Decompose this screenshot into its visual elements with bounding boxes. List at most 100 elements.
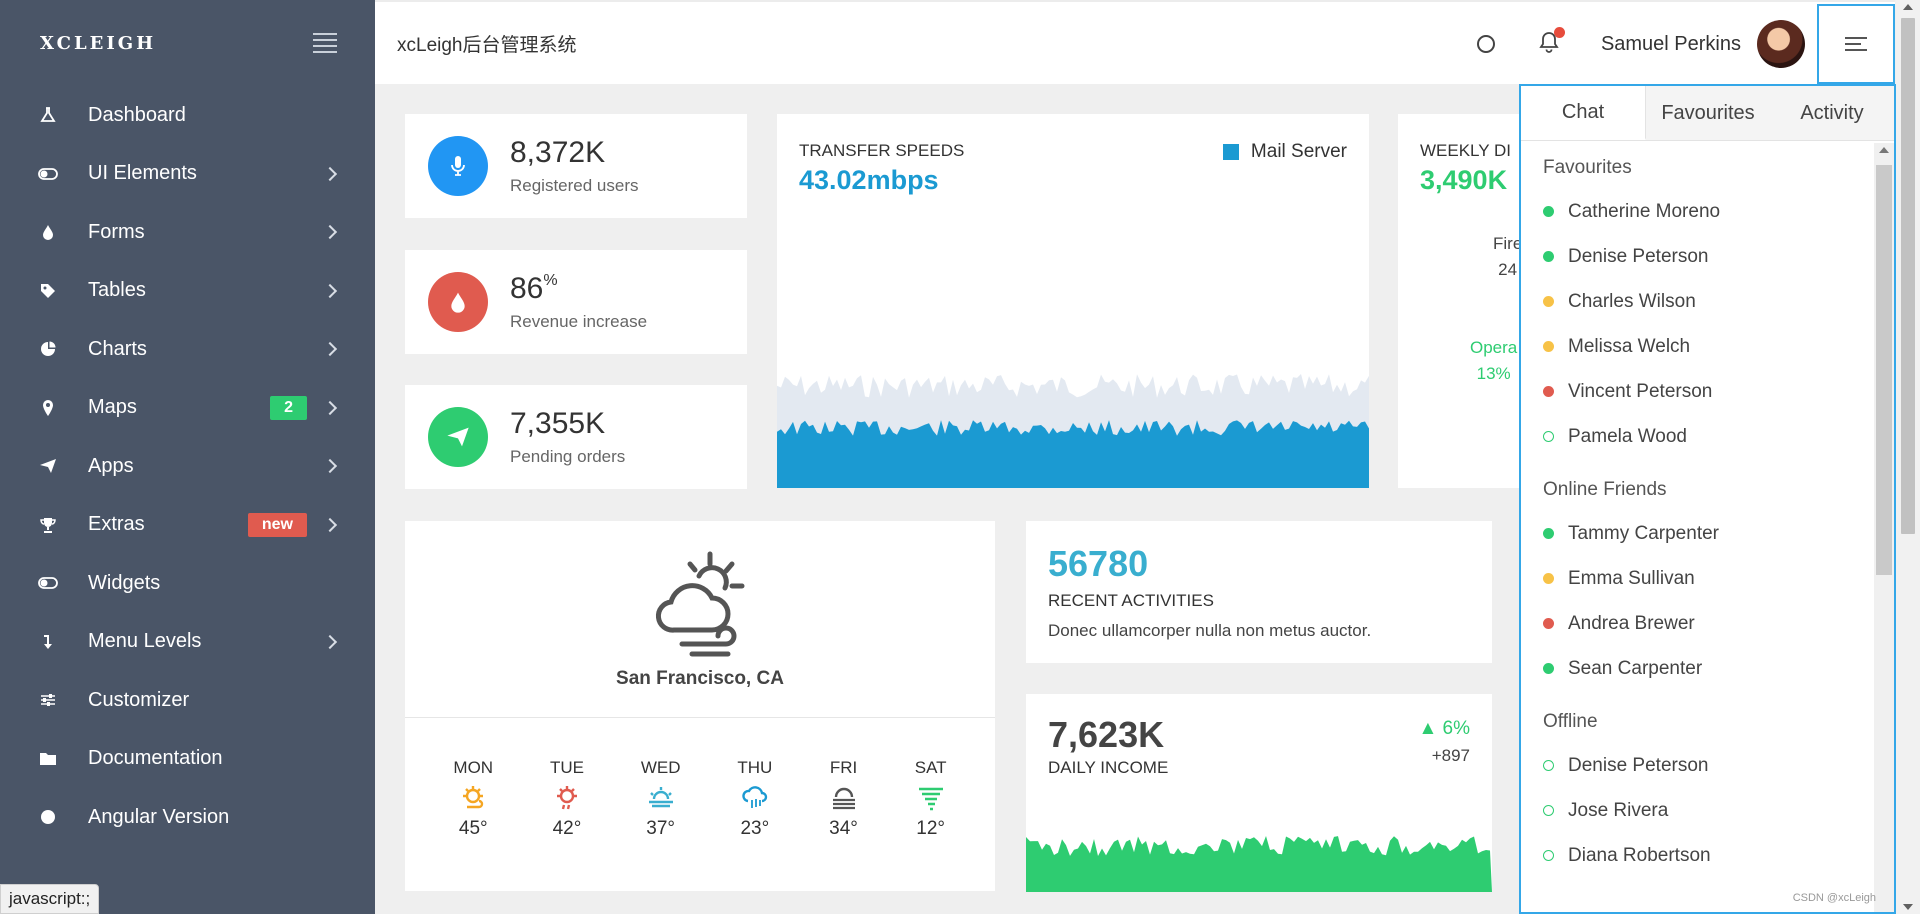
sidebar-item-dashboard[interactable]: Dashboard [0, 86, 375, 145]
list-item[interactable]: Charles Wilson [1543, 279, 1852, 324]
sun-rain-icon [550, 778, 584, 818]
list-item[interactable]: Jose Rivera [1543, 788, 1852, 833]
chevron-right-icon[interactable] [322, 283, 338, 298]
sidebar-item-menu-levels[interactable]: Menu Levels [0, 613, 375, 672]
user-name[interactable]: Samuel Perkins [1601, 33, 1741, 56]
chevron-right-icon[interactable] [322, 459, 338, 474]
transfer-speeds-card: TRANSFER SPEEDS 43.02mbps Mail Server [777, 114, 1369, 488]
sidebar-item-apps[interactable]: Apps [0, 437, 375, 496]
list-item[interactable]: Diana Robertson [1543, 833, 1852, 878]
contact-group: Favourites Catherine Moreno Denise Peterso… [1543, 157, 1852, 459]
list-item[interactable]: Andrea Brewer [1543, 601, 1852, 646]
sidebar-item-label: Widgets [88, 571, 161, 594]
right-panel-toggle-button[interactable] [1817, 4, 1895, 84]
weekly-opera-label: Opera [1470, 338, 1518, 357]
list-item[interactable]: Melissa Welch [1543, 324, 1852, 369]
stat-card: 86% Revenue increase [405, 250, 747, 354]
sidebar-item-widgets[interactable]: Widgets [0, 554, 375, 613]
list-item[interactable]: Sean Carpenter [1543, 646, 1852, 691]
weekly-fire-value: 24 [1498, 260, 1518, 279]
folder-icon [38, 749, 58, 769]
paper-plane-icon [38, 456, 58, 476]
chevron-right-icon[interactable] [322, 517, 338, 532]
sidebar-badge: 2 [270, 395, 307, 420]
panel-scrollbar[interactable] [1874, 143, 1894, 912]
microphone-icon [428, 136, 488, 196]
list-item[interactable]: Tammy Carpenter [1543, 511, 1852, 556]
scroll-up-icon[interactable] [1879, 147, 1889, 153]
list-item[interactable]: Denise Peterson [1543, 234, 1852, 279]
transfer-area-chart [777, 374, 1369, 488]
activities-title: RECENT ACTIVITIES [1048, 591, 1214, 610]
weather-current: San Francisco, CA [405, 521, 995, 718]
watermark: CSDN @xcLeigh [1792, 892, 1876, 904]
forecast-row: MON 45° TUE 42° WED 37° THU 23° FRI 34° SAT 12° [405, 718, 995, 840]
sidebar-item-tables[interactable]: Tables [0, 262, 375, 321]
contact-list: Favourites Catherine Moreno Denise Peterso… [1521, 143, 1874, 912]
sun-fog-icon [641, 778, 681, 818]
contact-name: Andrea Brewer [1568, 612, 1695, 634]
list-item[interactable]: Emma Sullivan [1543, 556, 1852, 601]
forecast-temp: 37° [646, 818, 676, 839]
avatar[interactable] [1757, 20, 1805, 68]
cloud-rain-icon [737, 778, 772, 818]
sidebar-item-documentation[interactable]: Documentation [0, 730, 375, 789]
contact-name: Jose Rivera [1568, 799, 1669, 821]
forecast-day: FRI 34° [829, 758, 858, 840]
chevron-right-icon[interactable] [322, 166, 338, 181]
sliders-icon [38, 690, 58, 710]
chevron-right-icon[interactable] [322, 225, 338, 240]
window-scrollbar-thumb[interactable] [1901, 18, 1915, 534]
activities-value: 56780 [1048, 543, 1149, 584]
stat-card: 7,355K Pending orders [405, 385, 747, 489]
brand-logo[interactable]: XCLEIGH [40, 33, 156, 54]
list-item[interactable]: Denise Peterson [1543, 743, 1852, 788]
area-series-1 [1026, 836, 1492, 892]
stat-label: Registered users [510, 176, 639, 195]
list-item[interactable]: Vincent Peterson [1543, 369, 1852, 414]
window-scroll-down-icon[interactable] [1903, 904, 1913, 910]
list-item[interactable]: Pamela Wood [1543, 414, 1852, 459]
contact-name: Sean Carpenter [1568, 657, 1703, 679]
contact-name: Pamela Wood [1568, 425, 1687, 447]
tab-activity[interactable]: Activity [1770, 86, 1894, 140]
sidebar-item-customizer[interactable]: Customizer [0, 671, 375, 730]
tab-favourites[interactable]: Favourites [1646, 86, 1770, 140]
sidebar-item-forms[interactable]: Forms [0, 203, 375, 262]
contact-name: Catherine Moreno [1568, 200, 1721, 222]
fullscreen-icon[interactable] [1476, 35, 1495, 53]
sidebar-item-label: Angular Version [88, 805, 230, 828]
sidebar-item-maps[interactable]: Maps 2 [0, 379, 375, 438]
drop-icon [38, 222, 58, 242]
sidebar-item-extras[interactable]: Extras new [0, 496, 375, 555]
map-pin-icon [38, 398, 58, 418]
recent-activities-card: 56780 RECENT ACTIVITIES Donec ullamcorpe… [1026, 521, 1492, 663]
chevron-right-icon[interactable] [322, 634, 338, 649]
sidebar-collapse-icon[interactable] [313, 33, 337, 53]
trend-up-icon: ▲ [1418, 718, 1438, 739]
window-scroll-up-icon[interactable] [1903, 4, 1913, 10]
area-series-2 [777, 420, 1369, 488]
legend-swatch [1222, 144, 1239, 160]
sidebar-item-angular-version[interactable]: Angular Version [0, 788, 375, 847]
scrollbar-thumb[interactable] [1876, 165, 1892, 575]
status-dot-offline [1543, 431, 1554, 442]
forecast-day-name: WED [640, 758, 681, 777]
notification-bell-icon[interactable] [1539, 26, 1565, 58]
chevron-right-icon[interactable] [322, 400, 338, 415]
stat-card: 8,372K Registered users [405, 114, 747, 218]
sidebar-item-charts[interactable]: Charts [0, 320, 375, 379]
forecast-day: MON 45° [453, 758, 493, 840]
top-header: xcLeigh后台管理系统 Samuel Perkins [375, 0, 1895, 84]
chevron-right-icon[interactable] [322, 342, 338, 357]
sidebar-nav: Dashboard UI Elements Forms Tables Charts Map… [0, 86, 375, 847]
window-scrollbar[interactable] [1896, 0, 1920, 914]
tab-chat[interactable]: Chat [1521, 86, 1646, 140]
forecast-day-name: MON [453, 758, 494, 777]
trophy-icon [38, 515, 58, 535]
panel-tabs: Chat Favourites Activity [1521, 84, 1894, 141]
list-item[interactable]: Catherine Moreno [1543, 189, 1852, 234]
contact-name: Diana Robertson [1568, 844, 1711, 866]
brand-bar: XCLEIGH [0, 0, 375, 86]
sidebar-item-ui-elements[interactable]: UI Elements [0, 145, 375, 204]
